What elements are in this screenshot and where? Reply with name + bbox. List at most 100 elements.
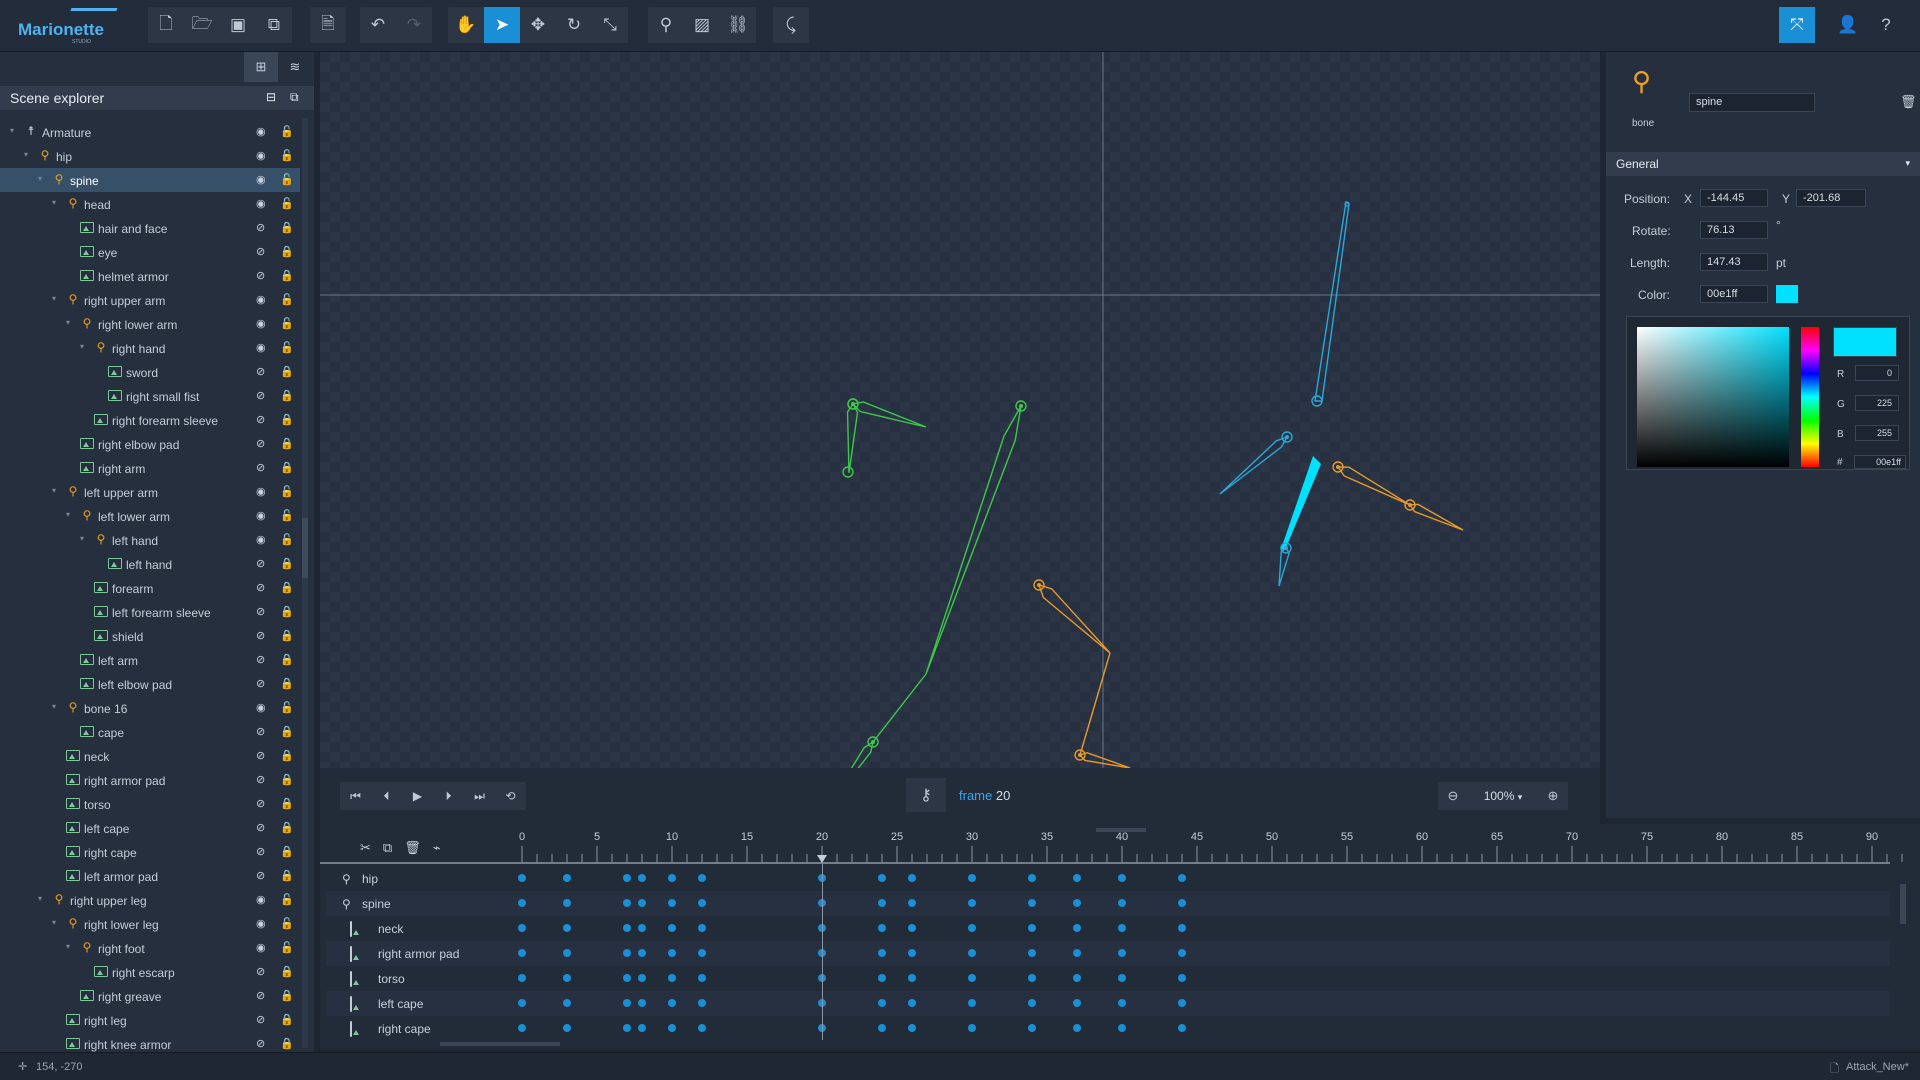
expand-arrow-icon[interactable]: ▾ xyxy=(66,942,70,951)
keyframe[interactable] xyxy=(668,1024,676,1032)
keyframe[interactable] xyxy=(563,924,571,932)
bone-spine[interactable] xyxy=(1281,456,1321,550)
keyframe[interactable] xyxy=(518,874,526,882)
tree-item[interactable]: ▾ ⚲ right hand ◉ 🔓 xyxy=(0,336,300,360)
keyframe[interactable] xyxy=(638,1024,646,1032)
new-file-icon[interactable]: 🗋 xyxy=(148,7,184,43)
last-frame-icon[interactable]: ⏭ xyxy=(464,782,495,810)
keyframe[interactable] xyxy=(638,999,646,1007)
keyframe[interactable] xyxy=(1178,874,1186,882)
eye-icon[interactable]: ◉ xyxy=(256,533,266,546)
b-input[interactable]: 255 xyxy=(1855,425,1899,441)
visibility-off-icon[interactable]: ⊘ xyxy=(256,725,265,738)
visibility-off-icon[interactable]: ⊘ xyxy=(256,365,265,378)
tree-item[interactable]: cape ⊘ 🔒 xyxy=(0,720,300,744)
keyframe[interactable] xyxy=(638,974,646,982)
expand-arrow-icon[interactable]: ▾ xyxy=(10,126,14,135)
keyframe[interactable] xyxy=(1028,974,1036,982)
keyframe[interactable] xyxy=(518,999,526,1007)
collapse-all-icon[interactable]: ⊟ xyxy=(266,90,276,104)
save-icon[interactable]: ▣ xyxy=(220,7,256,43)
bone-head[interactable] xyxy=(1219,435,1289,495)
expand-arrow-icon[interactable]: ▾ xyxy=(24,150,28,159)
keyframe[interactable] xyxy=(698,899,706,907)
keyframe[interactable] xyxy=(1028,924,1036,932)
keyframe[interactable] xyxy=(968,924,976,932)
timeline-row[interactable]: torso xyxy=(326,966,1890,991)
tree-item[interactable]: torso ⊘ 🔒 xyxy=(0,792,300,816)
keyframe[interactable] xyxy=(908,974,916,982)
keyframe[interactable] xyxy=(908,949,916,957)
keyframe[interactable] xyxy=(563,874,571,882)
zoom-select[interactable]: 100% ▾ xyxy=(1468,789,1538,803)
add-bone-icon[interactable]: ⚲ xyxy=(648,7,684,43)
keyframe[interactable] xyxy=(1178,974,1186,982)
expand-arrow-icon[interactable]: ▾ xyxy=(66,510,70,519)
tree-item[interactable]: forearm ⊘ 🔒 xyxy=(0,576,300,600)
keyframe[interactable] xyxy=(1118,949,1126,957)
tree-item[interactable]: eye ⊘ 🔒 xyxy=(0,240,300,264)
tree-item[interactable]: hair and face ⊘ 🔒 xyxy=(0,216,300,240)
unlock-icon[interactable]: 🔓 xyxy=(280,701,294,714)
keyframe[interactable] xyxy=(623,874,631,882)
keyframe[interactable] xyxy=(698,924,706,932)
expand-arrow-icon[interactable]: ▾ xyxy=(66,318,70,327)
eye-icon[interactable]: ◉ xyxy=(256,485,266,498)
expand-arrow-icon[interactable]: ▾ xyxy=(80,342,84,351)
bone-left-lower-arm[interactable] xyxy=(846,402,859,474)
keyframe[interactable] xyxy=(518,1024,526,1032)
keyframe[interactable] xyxy=(968,949,976,957)
keyframe[interactable] xyxy=(1073,899,1081,907)
lock-icon[interactable]: 🔒 xyxy=(280,869,294,882)
keyframe[interactable] xyxy=(1028,899,1036,907)
unlock-icon[interactable]: 🔓 xyxy=(280,917,294,930)
visibility-off-icon[interactable]: ⊘ xyxy=(256,869,265,882)
eye-icon[interactable]: ◉ xyxy=(256,893,266,906)
tree-item[interactable]: ▾ ⚲ left upper arm ◉ 🔓 xyxy=(0,480,300,504)
bone-right-upper-leg-joint-dot[interactable] xyxy=(1037,583,1041,587)
bone-right-upper-arm[interactable] xyxy=(1336,466,1411,506)
zoom-out-icon[interactable]: ⊖ xyxy=(1438,782,1468,810)
keyframe[interactable] xyxy=(878,1024,886,1032)
keyframe[interactable] xyxy=(878,999,886,1007)
color-input[interactable]: 00e1ff xyxy=(1700,285,1768,303)
keyframe[interactable] xyxy=(878,924,886,932)
visibility-off-icon[interactable]: ⊘ xyxy=(256,965,265,978)
unlock-icon[interactable]: 🔓 xyxy=(280,893,294,906)
viewport-canvas[interactable] xyxy=(320,52,1600,864)
save-as-icon[interactable]: ⧉ xyxy=(256,7,292,43)
visibility-off-icon[interactable]: ⊘ xyxy=(256,653,265,666)
lock-icon[interactable]: 🔒 xyxy=(280,461,294,474)
keyframe[interactable] xyxy=(1118,1024,1126,1032)
bone-left-lower-leg[interactable] xyxy=(826,740,875,809)
keyframe[interactable] xyxy=(668,974,676,982)
bone-left-upper-leg-joint-dot[interactable] xyxy=(1019,404,1023,408)
tree-item[interactable]: ▾ ⚲ right lower leg ◉ 🔓 xyxy=(0,912,300,936)
loop-icon[interactable]: ⟲ xyxy=(495,782,526,810)
next-frame-icon[interactable]: ⏵ xyxy=(433,782,464,810)
user-icon[interactable]: 👤 xyxy=(1830,7,1866,43)
visibility-off-icon[interactable]: ⊘ xyxy=(256,1037,265,1050)
keyframe[interactable] xyxy=(878,874,886,882)
keyframe[interactable] xyxy=(1178,899,1186,907)
keyframe[interactable] xyxy=(623,924,631,932)
visibility-off-icon[interactable]: ⊘ xyxy=(256,989,265,1002)
expand-arrow-icon[interactable]: ▾ xyxy=(52,294,56,303)
keyframe[interactable] xyxy=(563,974,571,982)
visibility-off-icon[interactable]: ⊘ xyxy=(256,557,265,570)
keyframe[interactable] xyxy=(698,1024,706,1032)
general-section-header[interactable]: General ▾ xyxy=(1606,152,1920,176)
keyframe[interactable] xyxy=(563,899,571,907)
tree-item[interactable]: helmet armor ⊘ 🔒 xyxy=(0,264,300,288)
tree-item[interactable]: ▾ ⚲ spine ◉ 🔓 xyxy=(0,168,300,192)
tree-item[interactable]: left arm ⊘ 🔒 xyxy=(0,648,300,672)
keyframe[interactable] xyxy=(1073,949,1081,957)
keyframe[interactable] xyxy=(668,924,676,932)
bone-right-foot[interactable] xyxy=(1078,751,1131,769)
help-icon[interactable]: ? xyxy=(1868,7,1904,43)
tree-item[interactable]: right armor pad ⊘ 🔒 xyxy=(0,768,300,792)
keyframe[interactable] xyxy=(1073,974,1081,982)
lock-icon[interactable]: 🔒 xyxy=(280,821,294,834)
keyframe[interactable] xyxy=(518,974,526,982)
hierarchy-tab-icon[interactable]: ⊞ xyxy=(244,52,278,82)
